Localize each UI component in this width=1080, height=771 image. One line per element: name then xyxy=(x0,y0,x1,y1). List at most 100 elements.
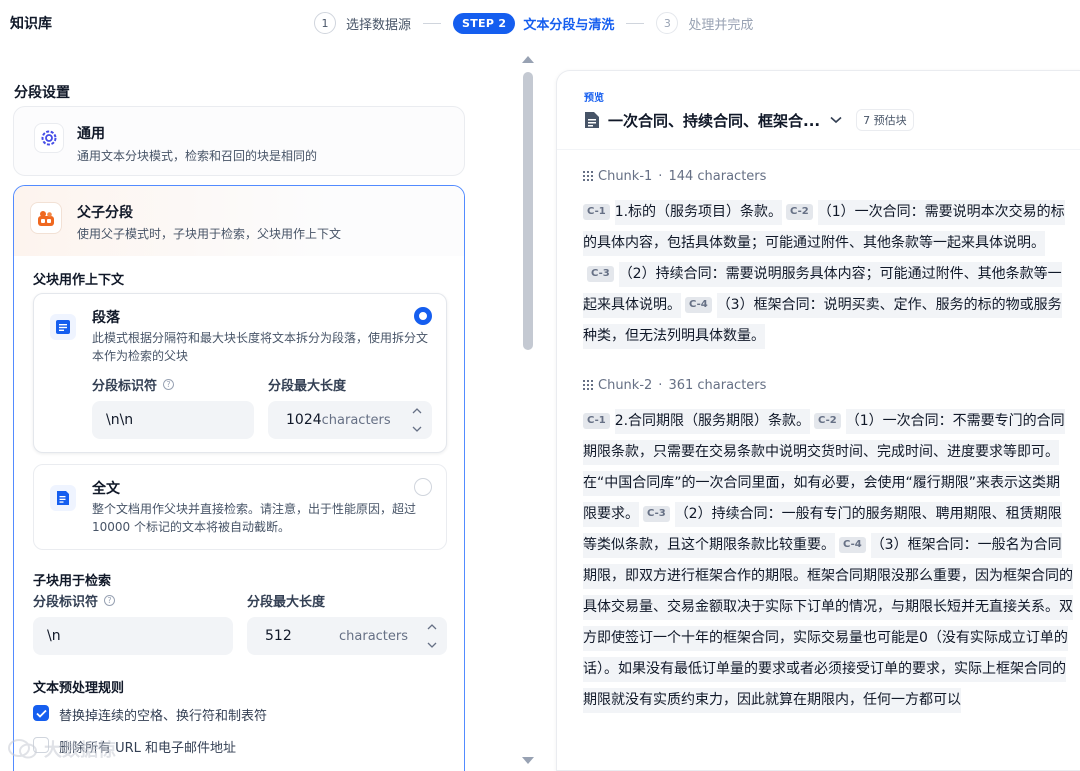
chunk-label: Chunk-1 xyxy=(598,169,653,184)
child-chunk-tag: C-4 xyxy=(839,537,866,553)
paragraph-separator-label: 分段标识符 ? xyxy=(92,375,175,394)
settings-panel: 分段设置 通用 通用文本分块模式，检索和召回的块是相同的 父子分段 使用父子模式… xyxy=(0,46,520,771)
child-chunk-tag: C-3 xyxy=(643,506,670,522)
paragraph-maxlen-value: 1024 xyxy=(286,412,322,428)
child-chunk-text: 2.合同期限（服务期限）条款。 xyxy=(614,409,811,434)
paragraph-separator-label-text: 分段标识符 xyxy=(92,379,158,394)
child-maxlen-stepper[interactable] xyxy=(427,623,437,649)
preview-panel: 预览 一次合同、持续合同、框架合... 7 预估块 Chunk-1 · 144 … xyxy=(556,70,1080,771)
preview-divider xyxy=(557,149,1080,150)
paragraph-radio[interactable] xyxy=(414,307,432,325)
chevron-up-icon xyxy=(412,408,422,414)
replace-spaces-label: 替换掉连续的空格、换行符和制表符 xyxy=(59,709,268,724)
top-bar: 知识库 1 选择数据源 STEP 2 文本分段与清洗 3 处理并完成 xyxy=(0,0,1080,46)
child-chunk-text: 1.标的（服务项目）条款。 xyxy=(614,200,783,225)
child-separator-label: 分段标识符 ? xyxy=(33,591,116,610)
settings-title: 分段设置 xyxy=(14,85,70,101)
step-separator xyxy=(626,22,645,24)
step-2[interactable]: STEP 2 文本分段与清洗 xyxy=(453,12,615,34)
parent-child-desc: 使用父子模式时，子块用于检索，父块用作上下文 xyxy=(77,227,342,241)
general-mode-title: 通用 xyxy=(77,126,105,142)
step-1-label: 选择数据源 xyxy=(346,17,412,33)
child-chunk-tag: C-1 xyxy=(583,413,610,429)
fulltext-radio[interactable] xyxy=(414,478,432,496)
child-chunk-tag: C-3 xyxy=(587,266,614,282)
preprocess-title: 文本预处理规则 xyxy=(33,681,125,696)
chunk-chars: 361 characters xyxy=(668,378,767,393)
gear-icon xyxy=(34,123,64,153)
child-separator-input[interactable]: \n xyxy=(33,617,233,655)
child-chunk-text: （3）框架合同：一般名为合同期限，即双方进行框架合作的期限。框架合同期限没那么重… xyxy=(583,533,1073,713)
scroll-up-arrow[interactable] xyxy=(522,56,534,63)
help-icon[interactable]: ? xyxy=(104,595,116,606)
parent-child-header: 父子分段 使用父子模式时，子块用于检索，父块用作上下文 xyxy=(14,186,464,256)
paragraph-maxlen-unit: characters xyxy=(321,412,391,428)
step-2-pill: STEP 2 xyxy=(453,12,516,34)
paragraph-separator-input[interactable]: \n\n xyxy=(92,401,254,439)
chevron-up-icon xyxy=(427,624,437,630)
step-1[interactable]: 1 选择数据源 xyxy=(314,12,411,34)
child-separator-label-text: 分段标识符 xyxy=(33,595,99,610)
paragraph-icon xyxy=(50,314,76,340)
preview-doc-selector[interactable]: 一次合同、持续合同、框架合... 7 预估块 xyxy=(584,109,914,131)
chevron-down-icon xyxy=(830,116,842,124)
chunk-header: Chunk-1 · 144 characters xyxy=(583,169,766,184)
child-maxlen-value: 512 xyxy=(265,628,292,644)
parent-child-mode-card[interactable]: 父子分段 使用父子模式时，子块用于检索，父块用作上下文 父块用作上下文 段落 此… xyxy=(13,185,465,771)
paragraph-option[interactable]: 段落 此模式根据分隔符和最大块长度将文本拆分为段落，使用拆分文本作为检索的父块 … xyxy=(33,293,447,453)
child-maxlen-label: 分段最大长度 xyxy=(247,595,326,610)
general-mode-desc: 通用文本分块模式，检索和召回的块是相同的 xyxy=(77,149,318,163)
paragraph-maxlen-input[interactable]: 1024 characters xyxy=(268,401,432,439)
child-chunk-tag: C-1 xyxy=(583,204,610,220)
step-1-number: 1 xyxy=(314,12,336,34)
scrollbar-thumb[interactable] xyxy=(523,72,533,350)
scroll-down-arrow[interactable] xyxy=(522,757,534,764)
watermark: 大数据惊 xyxy=(8,736,116,762)
fulltext-icon xyxy=(50,485,76,511)
general-mode-card[interactable]: 通用 通用文本分块模式，检索和召回的块是相同的 xyxy=(13,106,465,176)
chunk-dot: · xyxy=(658,378,663,393)
replace-spaces-checkbox[interactable] xyxy=(33,705,49,721)
chevron-down-icon xyxy=(412,426,422,432)
paragraph-maxlen-label: 分段最大长度 xyxy=(268,379,347,394)
paragraph-maxlen-stepper[interactable] xyxy=(412,407,422,433)
chunk-body: C-1 1.标的（服务项目）条款。 C-2 （1）一次合同：需要说明本次交易的标的具体… xyxy=(583,197,1073,352)
step-3-number: 3 xyxy=(656,12,679,34)
watermark-text: 大数据惊 xyxy=(44,740,116,761)
fulltext-title: 全文 xyxy=(92,481,120,497)
paragraph-desc: 此模式根据分隔符和最大块长度将文本拆分为段落，使用拆分文本作为检索的父块 xyxy=(92,331,429,363)
grid-dots-icon xyxy=(583,380,593,390)
child-maxlen-unit: characters xyxy=(339,628,409,644)
chunk-header: Chunk-2 · 361 characters xyxy=(583,378,766,393)
step-2-label: 文本分段与清洗 xyxy=(523,17,615,33)
fulltext-option[interactable]: 全文 整个文档用作父块并直接检索。请注意，出于性能原因，超过 10000 个标记… xyxy=(33,464,447,550)
chunk-count-badge: 7 预估块 xyxy=(856,109,914,131)
preview-doc-title: 一次合同、持续合同、框架合... xyxy=(608,111,821,130)
preview-label: 预览 xyxy=(584,93,604,104)
parent-child-title: 父子分段 xyxy=(77,205,133,221)
chunk-label: Chunk-2 xyxy=(598,378,653,393)
chunk-chars: 144 characters xyxy=(668,169,767,184)
chunk-dot: · xyxy=(658,169,663,184)
app-title: 知识库 xyxy=(10,16,52,32)
grid-dots-icon xyxy=(583,171,593,181)
step-3-label: 处理并完成 xyxy=(688,17,754,33)
child-chunk-tag: C-4 xyxy=(685,297,712,313)
chunk-body: C-1 2.合同期限（服务期限）条款。 C-2 （1）一次合同：不需要专门的合同期限条… xyxy=(583,406,1073,716)
document-icon xyxy=(585,112,599,128)
parent-section-title: 父块用作上下文 xyxy=(33,273,125,288)
fulltext-desc: 整个文档用作父块并直接检索。请注意，出于性能原因，超过 10000 个标记的文本… xyxy=(92,502,417,534)
child-chunk-tag: C-2 xyxy=(814,413,841,429)
check-icon xyxy=(35,709,47,718)
paragraph-title: 段落 xyxy=(92,310,120,326)
step-3[interactable]: 3 处理并完成 xyxy=(656,12,753,34)
step-separator xyxy=(423,22,442,24)
chevron-down-icon xyxy=(427,642,437,648)
child-chunk-tag: C-2 xyxy=(786,204,813,220)
stepper-nav: 1 选择数据源 STEP 2 文本分段与清洗 3 处理并完成 xyxy=(314,10,753,36)
help-icon[interactable]: ? xyxy=(163,379,175,390)
wechat-logo-icon xyxy=(8,739,37,759)
parent-child-icon xyxy=(30,202,62,234)
child-section-title: 子块用于检索 xyxy=(33,574,112,589)
child-maxlen-input[interactable]: 512 characters xyxy=(247,617,447,655)
